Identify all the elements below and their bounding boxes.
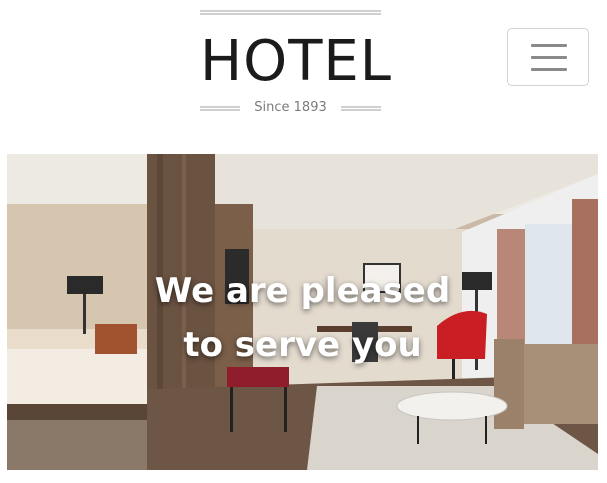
hero-headline: We are pleased to serve you [7, 264, 598, 372]
brand-top-rule [200, 10, 381, 15]
hero-headline-line2: to serve you [183, 325, 422, 365]
hamburger-menu-icon-bar [531, 56, 567, 59]
tagline-row: Since 1893 [200, 99, 381, 117]
hero-headline-line1: We are pleased [154, 271, 451, 311]
hamburger-menu-icon [531, 44, 567, 47]
menu-toggle-button[interactable] [507, 28, 589, 86]
site-brand[interactable]: HOTEL Since 1893 [200, 10, 392, 117]
hero-banner: We are pleased to serve you [7, 154, 598, 470]
tagline-rule-right [341, 106, 381, 111]
page: HOTEL Since 1893 We are pleased to serve… [0, 0, 607, 483]
hamburger-menu-icon-bar [531, 68, 567, 71]
brand-title: HOTEL [200, 29, 392, 94]
